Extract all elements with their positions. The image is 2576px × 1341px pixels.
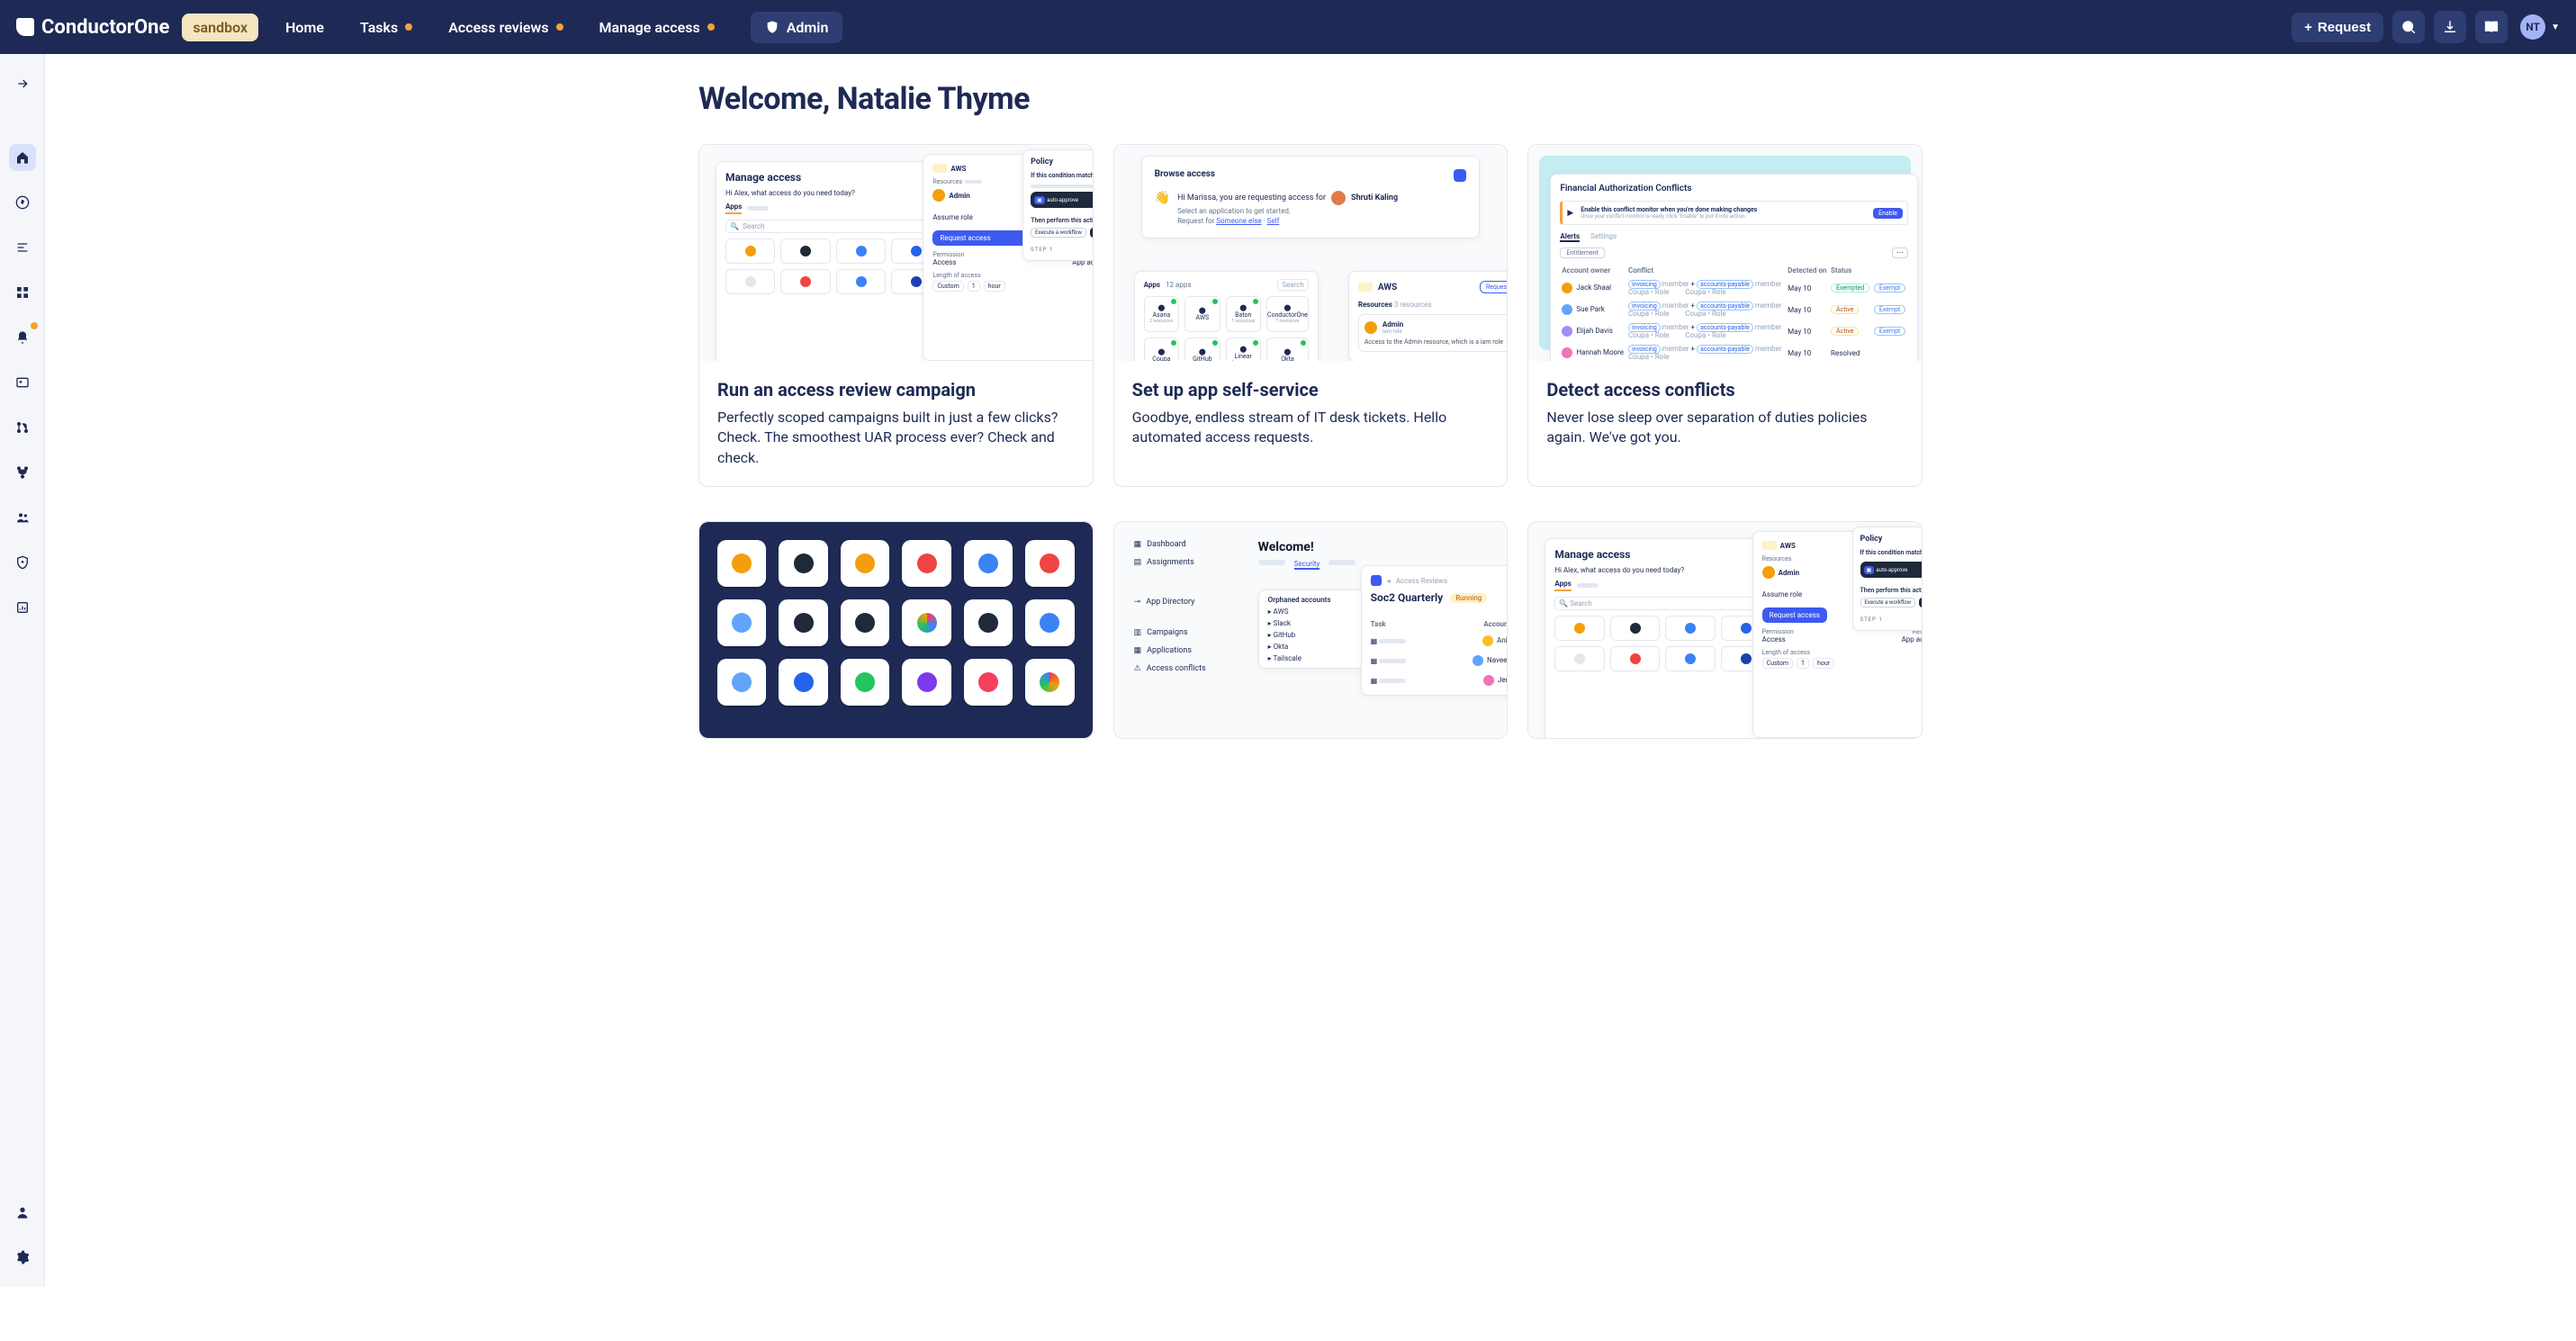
mock-conflicts: Financial Authorization Conflicts ▶ Enab… <box>1550 174 1918 361</box>
download-icon <box>2442 19 2458 35</box>
wave-icon: 👋 <box>1155 191 1170 205</box>
list-icon <box>15 240 30 255</box>
sidebar-tasks[interactable] <box>9 234 36 261</box>
sidebar-expand[interactable] <box>9 70 36 97</box>
cards-row-2: ▦ Dashboard ▤ Assignments ⊸ App Director… <box>698 521 1923 739</box>
sidebar-reports[interactable] <box>9 594 36 621</box>
card-illustration <box>699 522 1093 738</box>
search-icon <box>2400 19 2417 35</box>
card-manage-access-dup[interactable]: Manage access Hi Alex, what access do yo… <box>1527 521 1923 739</box>
card-illustration: Manage access Hi Alex, what access do yo… <box>1528 522 1922 738</box>
mock-apps-list: Apps 12 apps Search ⬤Asana2 resources ⬤A… <box>1134 271 1319 361</box>
nav-access-reviews[interactable]: Access reviews <box>448 19 563 36</box>
card-reviewer-portal[interactable]: ▦ Dashboard ▤ Assignments ⊸ App Director… <box>1113 521 1509 739</box>
notification-dot-icon <box>31 322 38 329</box>
fork-icon <box>15 465 30 480</box>
card-illustration: Financial Authorization Conflicts ▶ Enab… <box>1528 145 1922 361</box>
sidebar-requests[interactable] <box>9 414 36 441</box>
sidebar-explore[interactable] <box>9 189 36 216</box>
search-button[interactable] <box>2392 11 2425 43</box>
docs-button[interactable] <box>2475 11 2508 43</box>
sidebar-groups[interactable] <box>9 504 36 531</box>
id-card-icon <box>15 375 30 390</box>
user-menu[interactable]: NT ▼ <box>2508 14 2560 40</box>
card-title: Set up app self-service <box>1132 379 1490 400</box>
sidebar-apps[interactable] <box>9 279 36 306</box>
card-access-conflicts[interactable]: Financial Authorization Conflicts ▶ Enab… <box>1527 144 1923 487</box>
nav-tasks[interactable]: Tasks <box>360 19 412 36</box>
notification-dot-icon <box>707 23 715 31</box>
card-illustration: Manage access Hi Alex, what access do yo… <box>699 145 1093 361</box>
brand-text: ConductorOne <box>41 16 169 39</box>
compass-icon <box>15 195 30 210</box>
sidebar-profile[interactable] <box>9 1199 36 1226</box>
primary-nav: Home Tasks Access reviews Manage access … <box>285 12 842 43</box>
mock-policy: AWS Resources Admin Assume role Request … <box>923 154 1092 361</box>
card-illustration: ▦ Dashboard ▤ Assignments ⊸ App Director… <box>1114 522 1508 738</box>
card-desc: Never lose sleep over separation of duti… <box>1546 408 1904 448</box>
user-icon <box>15 1205 30 1220</box>
env-badge: sandbox <box>182 14 258 41</box>
card-desc: Goodbye, endless stream of IT desk ticke… <box>1132 408 1490 448</box>
nav-home[interactable]: Home <box>285 19 324 36</box>
top-nav: ConductorOne sandbox Home Tasks Access r… <box>0 0 2576 54</box>
sidebar-notifications[interactable] <box>9 324 36 351</box>
mock-manage-access: Manage access Hi Alex, what access do yo… <box>716 161 951 361</box>
card-access-review[interactable]: Manage access Hi Alex, what access do yo… <box>698 144 1094 487</box>
sidebar-settings[interactable] <box>9 1244 36 1271</box>
mock-browse-access: Browse access 👋 Hi Marissa, you are requ… <box>1141 156 1481 238</box>
card-self-service[interactable]: Browse access 👋 Hi Marissa, you are requ… <box>1113 144 1509 487</box>
book-icon <box>2483 19 2499 35</box>
card-title: Run an access review campaign <box>717 379 1075 400</box>
cards-row-1: Manage access Hi Alex, what access do yo… <box>698 144 1923 487</box>
report-icon <box>15 600 30 615</box>
download-button[interactable] <box>2434 11 2466 43</box>
brand-logo-text[interactable]: ConductorOne <box>16 16 169 39</box>
sidebar-policies[interactable] <box>9 549 36 576</box>
request-button[interactable]: + Request <box>2292 13 2383 42</box>
arrow-right-icon <box>15 76 30 91</box>
mock-reviewer-nav: ▦ Dashboard ▤ Assignments ⊸ App Director… <box>1134 540 1242 682</box>
sidebar-directory[interactable] <box>9 369 36 396</box>
sidebar-branches[interactable] <box>9 459 36 486</box>
card-integrations[interactable] <box>698 521 1094 739</box>
sidebar <box>0 54 45 1287</box>
nav-admin[interactable]: Admin <box>751 12 843 43</box>
gear-icon <box>15 1250 30 1264</box>
card-title: Detect access conflicts <box>1546 379 1904 400</box>
sidebar-home[interactable] <box>9 144 36 171</box>
chevron-down-icon: ▼ <box>2551 22 2560 32</box>
brand-logo-icon <box>16 18 34 36</box>
avatar: NT <box>2520 14 2545 40</box>
bell-icon <box>15 330 30 345</box>
home-icon <box>15 150 30 165</box>
grid-icon <box>15 285 30 300</box>
nav-manage-access[interactable]: Manage access <box>599 19 715 36</box>
page-title: Welcome, Natalie Thyme <box>698 81 1923 117</box>
main-content: Welcome, Natalie Thyme Manage access Hi … <box>45 54 2576 775</box>
notification-dot-icon <box>556 23 563 31</box>
notification-dot-icon <box>405 23 412 31</box>
card-illustration: Browse access 👋 Hi Marissa, you are requ… <box>1114 145 1508 361</box>
card-desc: Perfectly scoped campaigns built in just… <box>717 408 1075 468</box>
pull-request-icon <box>15 420 30 435</box>
mock-aws-panel: AWS Request Resources 3 resources Admin <box>1348 271 1508 361</box>
plus-icon: + <box>2304 20 2312 35</box>
users-icon <box>15 510 30 525</box>
shield-icon <box>765 20 779 34</box>
shield-settings-icon <box>15 555 30 570</box>
